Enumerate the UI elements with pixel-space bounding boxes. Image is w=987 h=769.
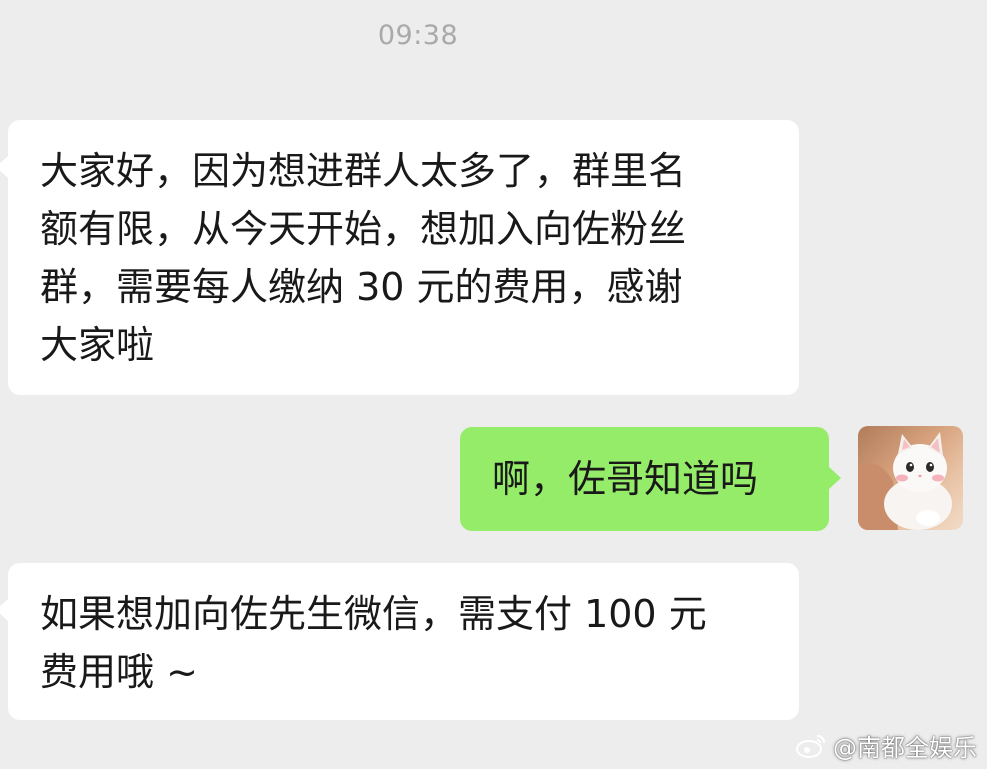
incoming-message-bubble[interactable]: 如果想加向佐先生微信，需支付 100 元 费用哦 ~ (0, 563, 799, 720)
weibo-icon (796, 734, 825, 758)
source-watermark: @南都全娱乐 (795, 728, 977, 763)
message-line: 大家啦 (40, 323, 155, 367)
message-line: 额有限，从今天开始，想加入向佐粉丝 (40, 207, 687, 251)
message-timestamp: 09:38 (377, 20, 459, 51)
cat-photo-avatar-icon (858, 432, 952, 530)
message-line: 群，需要每人缴纳 30 元的费用，感谢 (40, 265, 683, 309)
watermark-text: @南都全娱乐 (833, 734, 977, 762)
message-line: 费用哦 ~ (40, 650, 198, 694)
user-avatar[interactable] (858, 426, 963, 530)
message-line: 如果想加向佐先生微信，需支付 100 元 (40, 592, 707, 636)
outgoing-message-bubble[interactable]: 啊，佐哥知道吗 (460, 427, 841, 531)
incoming-message-bubble[interactable]: 大家好，因为想进群人太多了，群里名 额有限，从今天开始，想加入向佐粉丝 群，需要… (0, 120, 799, 395)
message-line: 大家好，因为想进群人太多了，群里名 (40, 149, 687, 193)
message-line: 啊，佐哥知道吗 (492, 457, 759, 501)
